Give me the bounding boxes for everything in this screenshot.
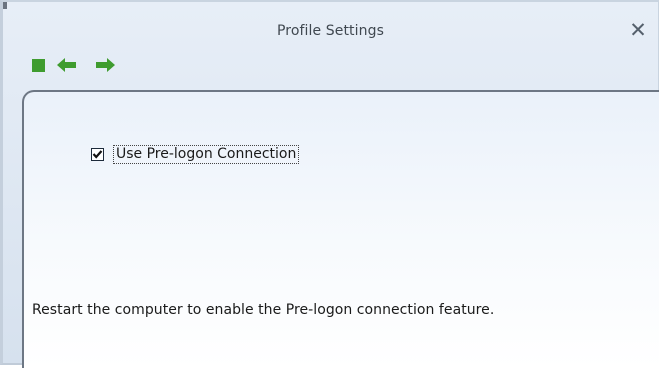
- window-corner-mark: [3, 2, 7, 9]
- checkmark-icon: [92, 150, 103, 159]
- close-button[interactable]: ✕: [628, 19, 648, 41]
- stop-button[interactable]: [32, 59, 45, 72]
- settings-panel: Use Pre-logon Connection Restart the com…: [22, 90, 659, 368]
- window-title: Profile Settings: [276, 23, 384, 39]
- toolbar: [32, 54, 133, 76]
- pre-logon-checkbox[interactable]: [91, 148, 104, 161]
- profile-settings-window: Profile Settings ✕ Use Pre-logon Connect…: [0, 0, 659, 368]
- forward-button[interactable]: [95, 58, 115, 72]
- arrow-left-icon: [57, 58, 76, 72]
- restart-info-text: Restart the computer to enable the Pre-l…: [32, 302, 495, 318]
- back-button[interactable]: [57, 58, 77, 72]
- pre-logon-checkbox-label[interactable]: Use Pre-logon Connection: [112, 145, 300, 164]
- arrow-right-icon: [96, 58, 115, 72]
- pre-logon-checkbox-row[interactable]: Use Pre-logon Connection: [91, 145, 300, 164]
- close-icon: ✕: [629, 18, 647, 42]
